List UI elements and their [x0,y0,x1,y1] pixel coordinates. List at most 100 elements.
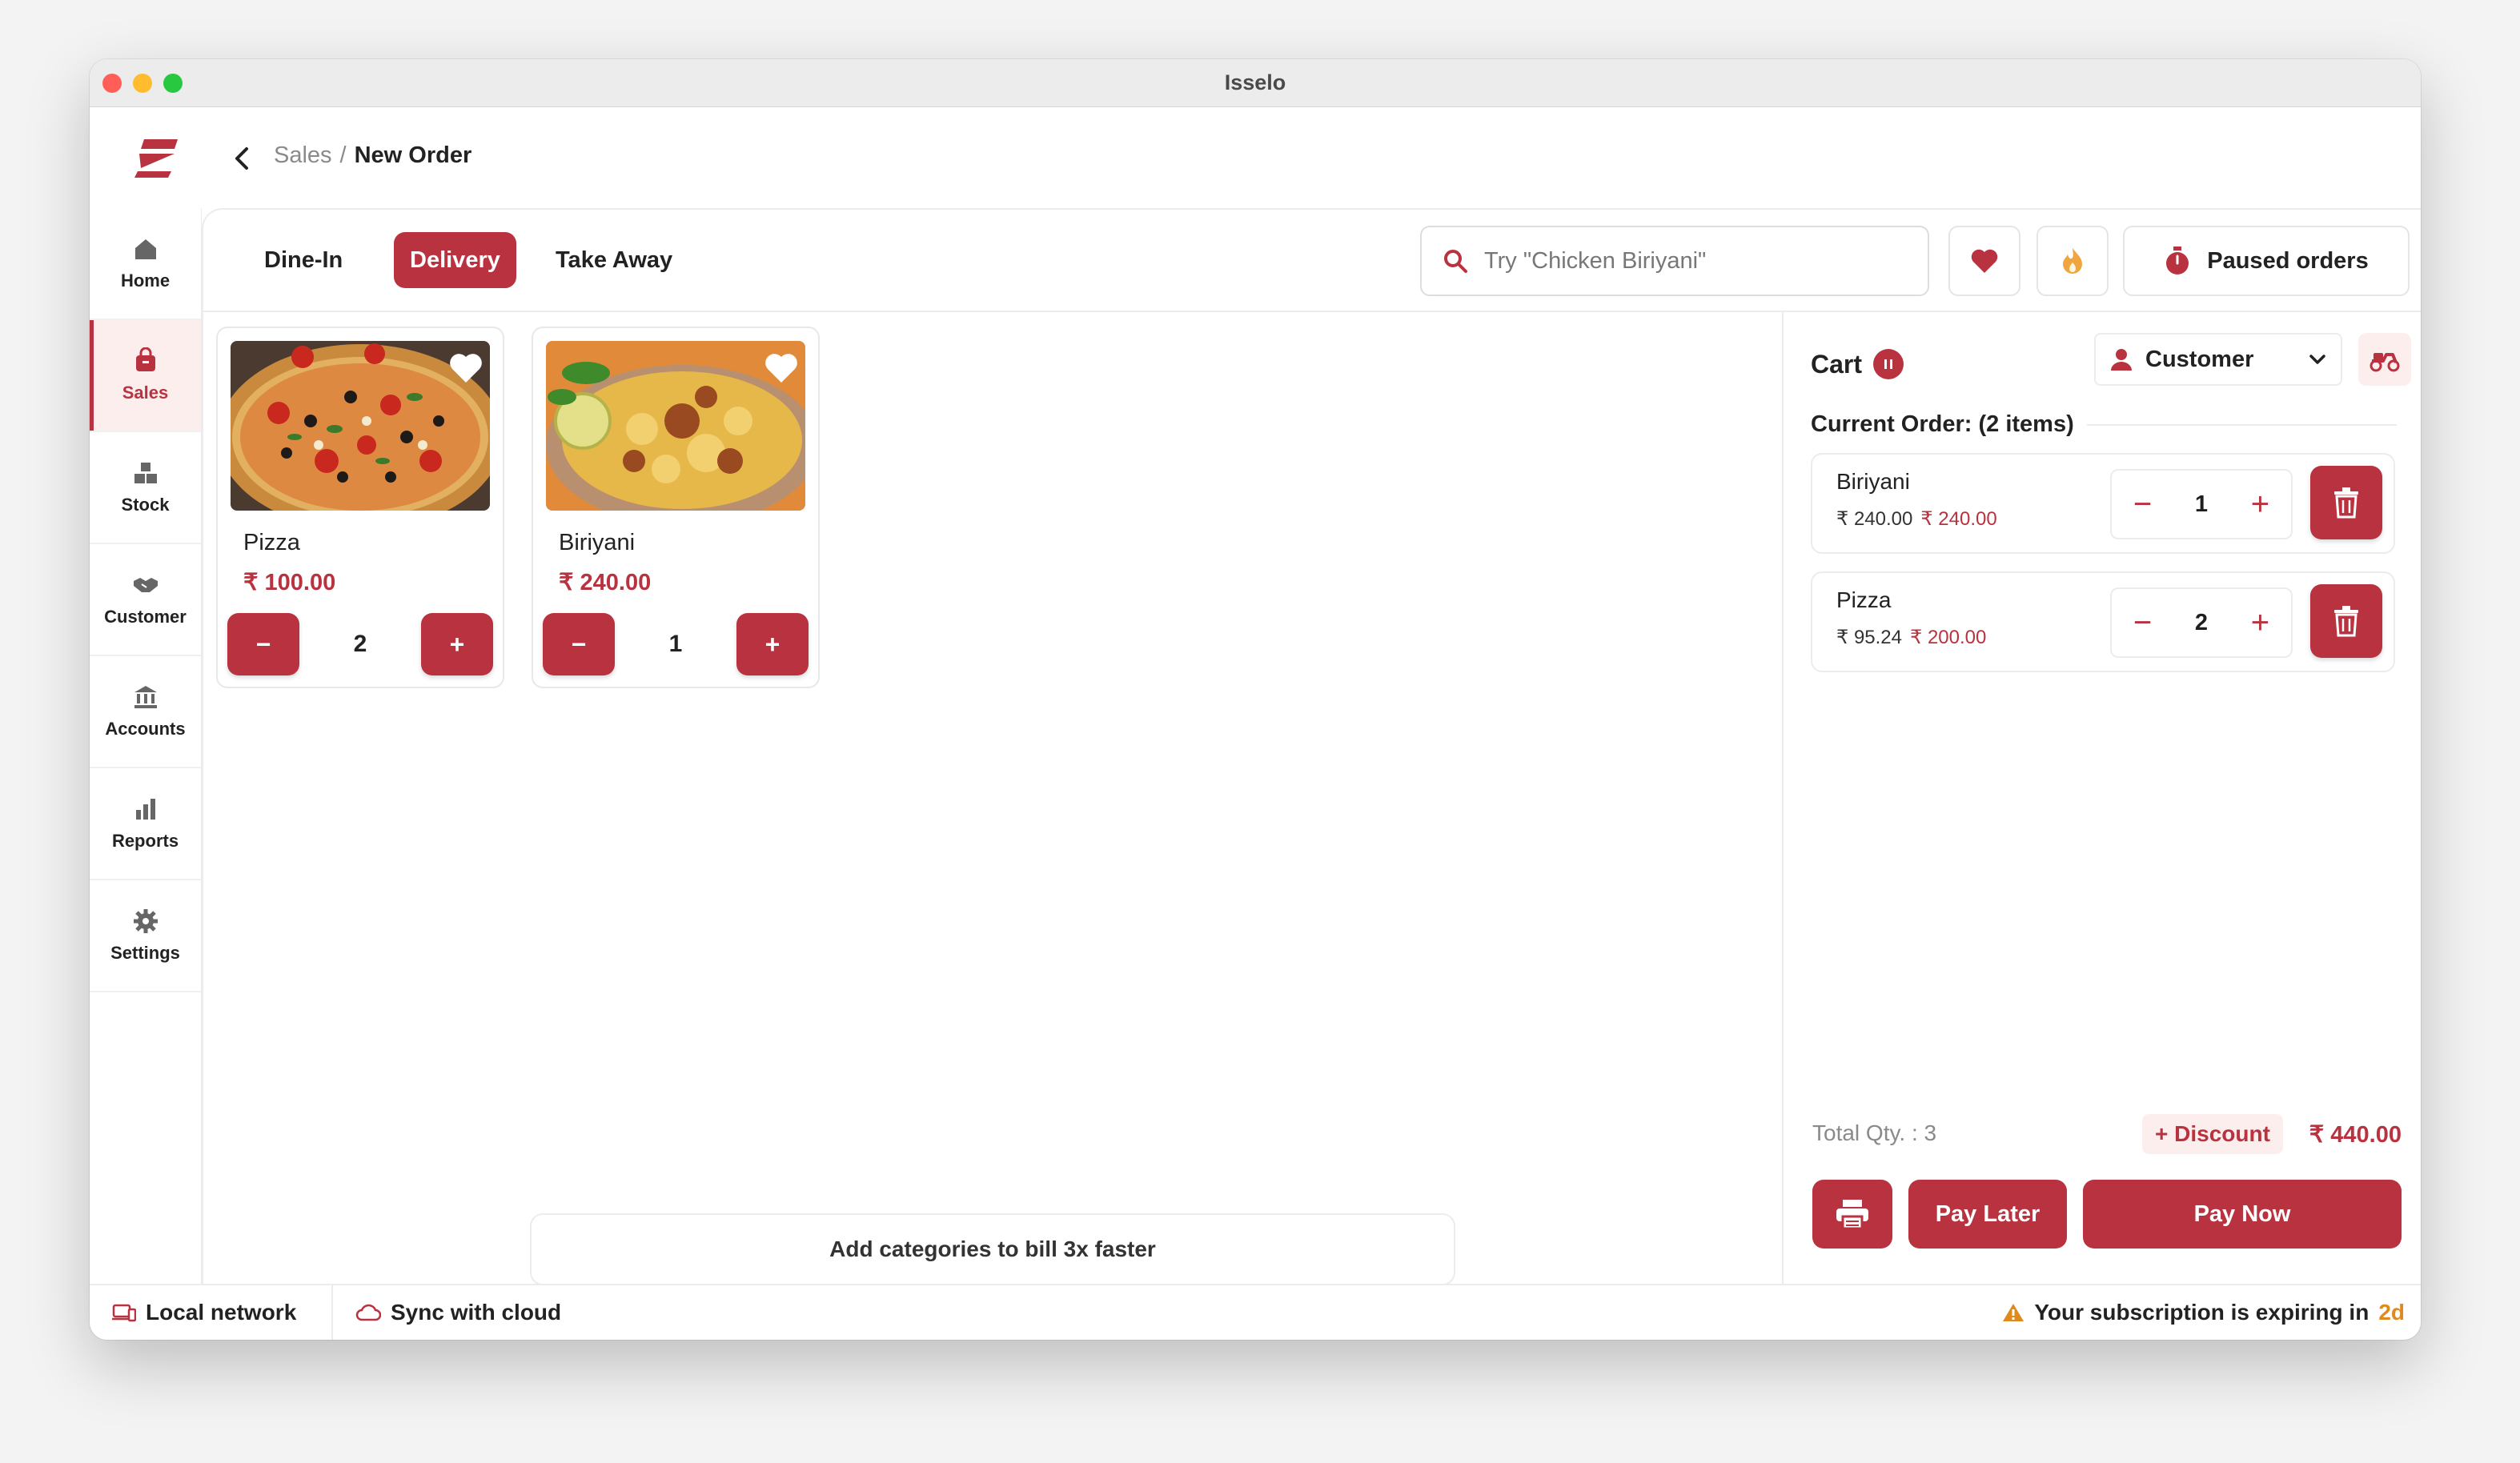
cart-title: Cart [1811,349,1904,379]
cart-item-line-total: ₹ 200.00 [1910,627,1987,648]
current-order-header: Current Order: (2 items) [1811,411,2397,438]
current-order-label: Current Order: (2 items) [1811,411,2074,437]
breadcrumb-current: New Order [354,142,472,168]
search-input[interactable] [1484,247,1900,275]
cart-item-unit-price: ₹ 240.00 [1836,508,1913,530]
cart-item-prices: ₹ 240.00 ₹ 240.00 [1836,507,1997,531]
cart-item: Biriyani ₹ 240.00 ₹ 240.00 − 1 + [1811,453,2395,554]
sidebar-item-label: Accounts [105,719,186,739]
favorite-heart-icon[interactable] [448,351,484,386]
cloud-icon [355,1304,381,1321]
decrease-qty-button[interactable]: − [227,613,299,675]
sidebar-item-label: Stock [121,495,170,515]
title-bar: Isselo [90,59,2421,107]
user-icon [2111,349,2132,371]
cart-title-text: Cart [1811,349,1863,379]
sidebar-item-sales[interactable]: Sales [90,320,201,432]
sidebar-item-customer[interactable]: Customer [90,544,201,656]
cart-panel: Cart Customer Current Order: (2 items) B… [1782,312,2421,1284]
devices-icon [112,1304,136,1322]
product-name: Biriyani [559,530,636,555]
cart-item-line-total: ₹ 240.00 [1920,508,1997,530]
trash-icon [2334,487,2358,519]
trash-icon [2334,606,2358,637]
delete-item-button[interactable] [2310,584,2382,658]
tab-take-away[interactable]: Take Away [540,232,688,288]
sidebar-item-accounts[interactable]: Accounts [90,656,201,768]
cart-item: Pizza ₹ 95.24 ₹ 200.00 − 2 + [1811,571,2395,672]
add-discount-button[interactable]: + Discount [2142,1114,2283,1154]
product-card[interactable]: Biriyani ₹ 240.00 − 1 + [532,327,820,688]
cart-item-prices: ₹ 95.24 ₹ 200.00 [1836,626,1986,649]
scooter-icon [2370,353,2400,372]
heart-icon [1971,249,1998,273]
subscription-label: Your subscription is expiring in [2034,1300,2370,1325]
favorites-button[interactable] [1948,226,2020,296]
product-qty: 2 [353,631,367,657]
stopwatch-icon [2166,247,2189,275]
favorite-heart-icon[interactable] [764,351,799,386]
pay-later-button[interactable]: Pay Later [1908,1180,2067,1249]
sidebar-item-label: Reports [111,831,179,851]
sidebar-item-reports[interactable]: Reports [90,768,201,880]
add-categories-button[interactable]: Add categories to bill 3x faster [530,1213,1455,1285]
pause-order-button[interactable] [1873,349,1904,379]
customer-select-label: Customer [2145,346,2254,372]
sidebar-item-home[interactable]: Home [90,208,201,320]
subscription-warning[interactable]: Your subscription is expiring in 2d [1980,1285,2421,1340]
sidebar-item-label: Sales [122,383,169,403]
divider [2086,423,2397,426]
handshake-icon [133,578,158,592]
sidebar: Home Sales Stock Customer Accounts Repor… [90,208,202,1284]
sidebar-item-label: Settings [110,943,180,963]
search-box [1420,226,1929,296]
sync-label: Sync with cloud [391,1300,562,1325]
product-price: ₹ 240.00 [559,570,652,595]
cart-totals: Total Qty. : 3 + Discount ₹ 440.00 [1812,1114,2402,1156]
product-qty-stepper: − 2 + [227,613,493,675]
delivery-scooter-button[interactable] [2358,333,2411,386]
cart-item-qty: 2 [2194,609,2209,635]
product-grid: Pizza ₹ 100.00 − 2 + Biriyani ₹ 240.00 −… [216,327,820,688]
pay-now-button[interactable]: Pay Now [2083,1180,2402,1249]
increase-qty-button[interactable]: + [421,613,493,675]
increase-qty-button[interactable]: + [736,613,809,675]
warning-icon [2003,1304,2024,1321]
decrease-qty-button[interactable]: − [543,613,615,675]
sidebar-item-stock[interactable]: Stock [90,432,201,544]
total-quantity: Total Qty. : 3 [1812,1120,1937,1145]
main-panel: Dine-In Delivery Take Away Paused orders [202,208,2421,1285]
delete-item-button[interactable] [2310,466,2382,539]
order-type-bar: Dine-In Delivery Take Away Paused orders [203,210,2421,312]
increase-qty-button[interactable]: + [2251,488,2269,520]
print-button[interactable] [1812,1180,1892,1249]
cart-item-qty: 1 [2194,491,2209,517]
tab-delivery[interactable]: Delivery [394,232,516,288]
breadcrumb: Sales / New Order [274,142,471,169]
sidebar-item-label: Home [120,271,171,291]
breadcrumb-sales[interactable]: Sales [274,142,332,169]
decrease-qty-button[interactable]: − [2133,488,2152,520]
cart-item-name: Biriyani [1836,469,1910,494]
product-qty: 1 [668,631,683,657]
shopping-bag-icon [135,347,155,371]
sidebar-item-settings[interactable]: Settings [90,880,201,992]
total-amount: ₹ 440.00 [2309,1122,2402,1148]
customer-select[interactable]: Customer [2094,333,2342,386]
increase-qty-button[interactable]: + [2251,607,2269,639]
status-bar: Local network Sync with cloud Your subsc… [90,1284,2421,1340]
local-network-status[interactable]: Local network [90,1285,333,1340]
app-logo-icon [134,139,178,178]
local-network-label: Local network [146,1300,297,1325]
tab-dine-in[interactable]: Dine-In [248,232,359,288]
cloud-sync-status[interactable]: Sync with cloud [333,1285,584,1340]
decrease-qty-button[interactable]: − [2133,607,2152,639]
breadcrumb-separator: / [339,142,347,168]
paused-orders-button[interactable]: Paused orders [2123,226,2410,296]
product-card[interactable]: Pizza ₹ 100.00 − 2 + [216,327,504,688]
chevron-down-icon [2309,355,2325,364]
subscription-days: 2d [2378,1300,2405,1325]
back-button[interactable] [227,144,256,173]
trending-button[interactable] [2036,226,2109,296]
top-bar: Sales / New Order [90,107,2421,208]
